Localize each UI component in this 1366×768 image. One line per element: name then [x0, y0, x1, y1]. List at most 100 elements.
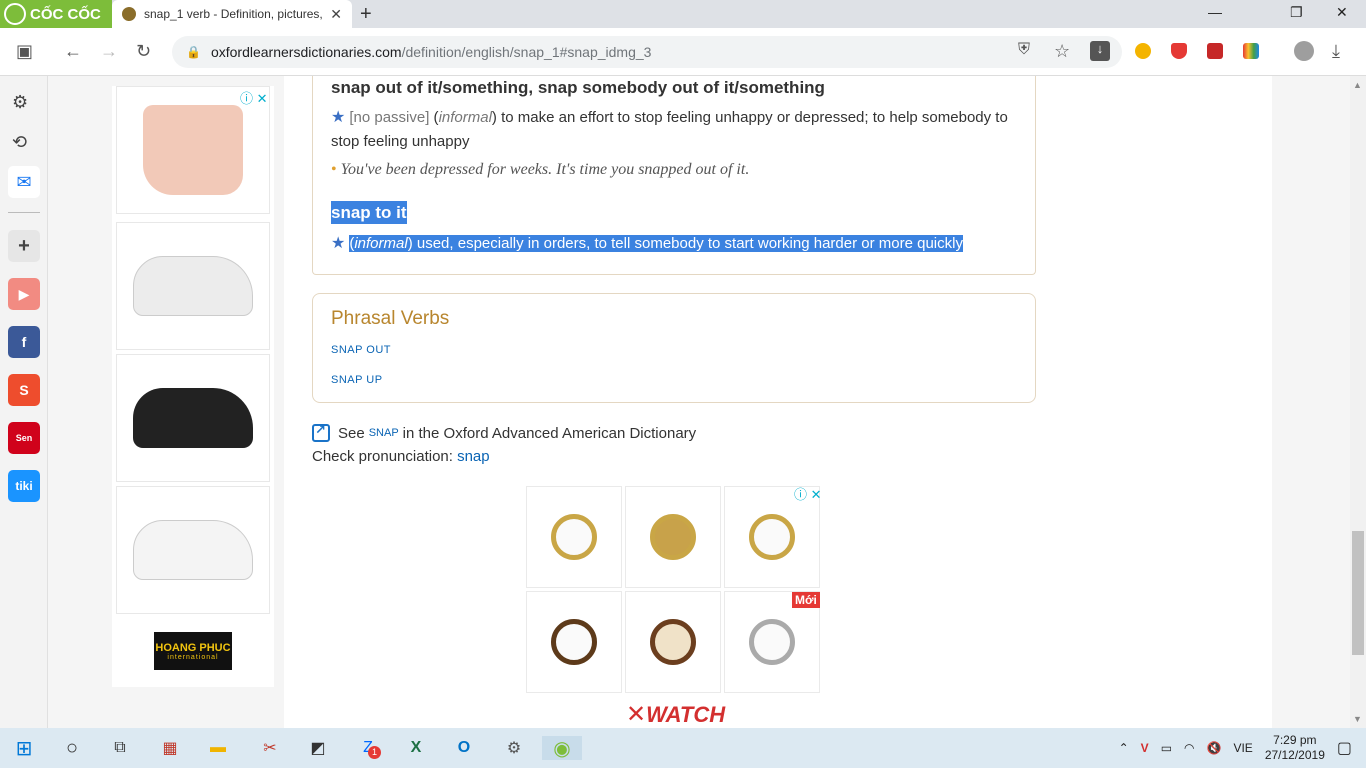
example-bullet: • [331, 161, 337, 178]
ad-watch-item[interactable] [526, 486, 622, 588]
profile-avatar[interactable] [1294, 41, 1314, 61]
new-tab-button[interactable]: + [360, 3, 372, 26]
phrasal-verb-link[interactable]: snap out [331, 344, 391, 356]
windows-start-icon[interactable]: ⊞ [12, 736, 36, 760]
app-paint-icon[interactable]: ▦ [158, 736, 182, 760]
bookmark-star-icon[interactable]: ☆ [1054, 41, 1070, 62]
external-link-icon[interactable] [312, 422, 330, 442]
oxford-favicon-icon [122, 7, 136, 21]
extension-red-icon[interactable] [1207, 43, 1223, 59]
see-word-link[interactable]: snap [369, 427, 399, 439]
reload-button[interactable]: ↻ [136, 41, 151, 62]
youtube-icon[interactable]: ▶ [8, 278, 40, 310]
show-hidden-icons-icon[interactable]: ⌃ [1119, 741, 1129, 755]
task-view-icon[interactable]: ⧉ [108, 736, 132, 760]
xwatch-logo[interactable]: ✕WATCH [626, 700, 725, 729]
excel-icon[interactable]: X [404, 736, 428, 760]
phrasal-verbs-title: Phrasal Verbs [331, 308, 450, 329]
hoangphuc-logo[interactable]: HOANG PHUC international [154, 632, 232, 670]
settings-gear-icon[interactable]: ⚙ [12, 92, 28, 113]
close-tab-icon[interactable]: ✕ [330, 6, 342, 23]
minimize-window-button[interactable]: — [1208, 4, 1222, 20]
address-bar[interactable]: 🔒 oxfordlearnersdictionaries.com/definit… [172, 36, 1122, 68]
shoe-ad-banner[interactable] [112, 86, 274, 687]
forward-button[interactable]: → [100, 41, 118, 62]
shield-icon[interactable]: ⛨ [1018, 41, 1030, 59]
phrasal-verb-link[interactable]: snap up [331, 374, 383, 386]
extension-colorful-icon[interactable] [1243, 43, 1259, 59]
pronunciation-label: Check pronunciation: [312, 448, 453, 465]
see-prefix: See [338, 424, 365, 442]
scrollbar-thumb[interactable] [1352, 531, 1364, 655]
ad-watch-item[interactable] [526, 591, 622, 693]
shopee-icon[interactable]: S [8, 374, 40, 406]
battery-icon[interactable]: ▭ [1161, 741, 1172, 755]
ad-shoe-sneaker-white[interactable] [116, 222, 270, 350]
back-button[interactable]: ← [64, 41, 82, 62]
history-icon[interactable]: ⟲ [12, 132, 27, 153]
idiom-definition: ★ [no passive] (informal) to make an effo… [331, 109, 1008, 150]
language-indicator[interactable]: VIE [1233, 741, 1252, 755]
extension-chrome-icon[interactable] [1135, 43, 1151, 59]
pronunciation-link[interactable]: snap [457, 448, 490, 465]
outlook-icon[interactable]: O [452, 736, 476, 760]
unikey-icon[interactable]: V [1141, 741, 1149, 755]
page-scrollbar[interactable]: ▲ ▼ [1350, 76, 1366, 728]
zalo-icon[interactable]: Z1 [356, 736, 381, 760]
extension-adblock-icon[interactable] [1171, 43, 1187, 59]
idiom-definition-selected: ★ (informal) used, especially in orders, … [331, 232, 1021, 256]
watch-ad-banner[interactable] [526, 486, 822, 728]
app-snip-icon[interactable]: ✂ [258, 736, 282, 760]
scroll-up-icon[interactable]: ▲ [1353, 80, 1362, 90]
restore-window-button[interactable]: ❐ [1290, 4, 1303, 21]
clock-time: 7:29 pm [1273, 733, 1317, 747]
idiom-heading: snap out of it/something, snap somebody … [331, 78, 825, 97]
notifications-icon[interactable]: ▢ [1337, 738, 1352, 758]
ad-shoe-sneaker-black[interactable] [116, 354, 270, 482]
hoangphuc-name: HOANG PHUC [155, 641, 231, 654]
app-tool-icon[interactable]: ⚙ [502, 736, 526, 760]
pronunciation-line: Check pronunciation: snap [312, 448, 490, 465]
new-badge: Mới [792, 592, 820, 608]
sidebar-divider [8, 212, 40, 213]
add-shortcut-icon[interactable]: + [8, 230, 40, 262]
see-suffix[interactable]: in the Oxford Advanced American Dictiona… [403, 425, 696, 442]
search-circle-icon[interactable]: ○ [60, 736, 84, 760]
example-text: You've been depressed for weeks. It's ti… [340, 161, 750, 178]
ad-close-icon[interactable]: ⓘ ✕ [240, 88, 268, 107]
register-label: informal [438, 109, 492, 126]
file-explorer-icon[interactable]: ▬ [206, 736, 230, 760]
tiki-icon[interactable]: tiki [8, 470, 40, 502]
sendo-icon[interactable]: Sen [8, 422, 40, 454]
messenger-icon[interactable]: ✉ [8, 166, 40, 198]
close-window-button[interactable]: ✕ [1336, 4, 1348, 21]
coccoc-menu-button[interactable]: CỐC CỐC [0, 0, 112, 28]
app-sticky-icon[interactable]: ◩ [306, 736, 330, 760]
ad-close-icon[interactable]: ⓘ ✕ [794, 484, 822, 503]
tab-active[interactable]: snap_1 verb - Definition, pictures, ✕ [112, 0, 352, 28]
example-sentence: • You've been depressed for weeks. It's t… [331, 161, 749, 179]
sidebar-toggle-icon[interactable]: ▣ [16, 41, 33, 62]
selected-definition: (informal) used, especially in orders, t… [349, 235, 963, 252]
system-tray: ⌃ V ▭ ◠ 🔇 VIE 7:29 pm 27/12/2019 ▢ [1119, 728, 1352, 768]
browser-toolbar: ▣ ← → ↻ 🔒 oxfordlearnersdictionaries.com… [0, 28, 1366, 76]
url-path: /definition/english/snap_1#snap_idmg_3 [401, 44, 652, 60]
ad-watch-item[interactable] [625, 591, 721, 693]
download-media-icon[interactable]: ↓ [1090, 41, 1110, 61]
url-host: oxfordlearnersdictionaries.com [210, 44, 402, 60]
coccoc-taskbar-icon[interactable]: ◉ [542, 736, 582, 760]
wifi-icon[interactable]: ◠ [1184, 741, 1194, 755]
zalo-notification-badge: 1 [368, 746, 381, 759]
brand-label: CỐC CỐC [30, 5, 101, 23]
scroll-down-icon[interactable]: ▼ [1353, 714, 1362, 724]
coccoc-logo-icon [4, 3, 26, 25]
volume-muted-icon[interactable]: 🔇 [1207, 741, 1222, 755]
ad-shoe-sneaker-plain[interactable] [116, 486, 270, 614]
lock-icon[interactable]: 🔒 [186, 45, 201, 59]
ad-watch-item[interactable] [625, 486, 721, 588]
system-clock[interactable]: 7:29 pm 27/12/2019 [1265, 733, 1325, 763]
downloads-icon[interactable]: ⤓ [1332, 41, 1340, 62]
phrasal-verbs-box: Phrasal Verbs snap out snap up [312, 293, 1036, 403]
hoangphuc-sub: international [167, 653, 219, 661]
facebook-icon[interactable]: f [8, 326, 40, 358]
